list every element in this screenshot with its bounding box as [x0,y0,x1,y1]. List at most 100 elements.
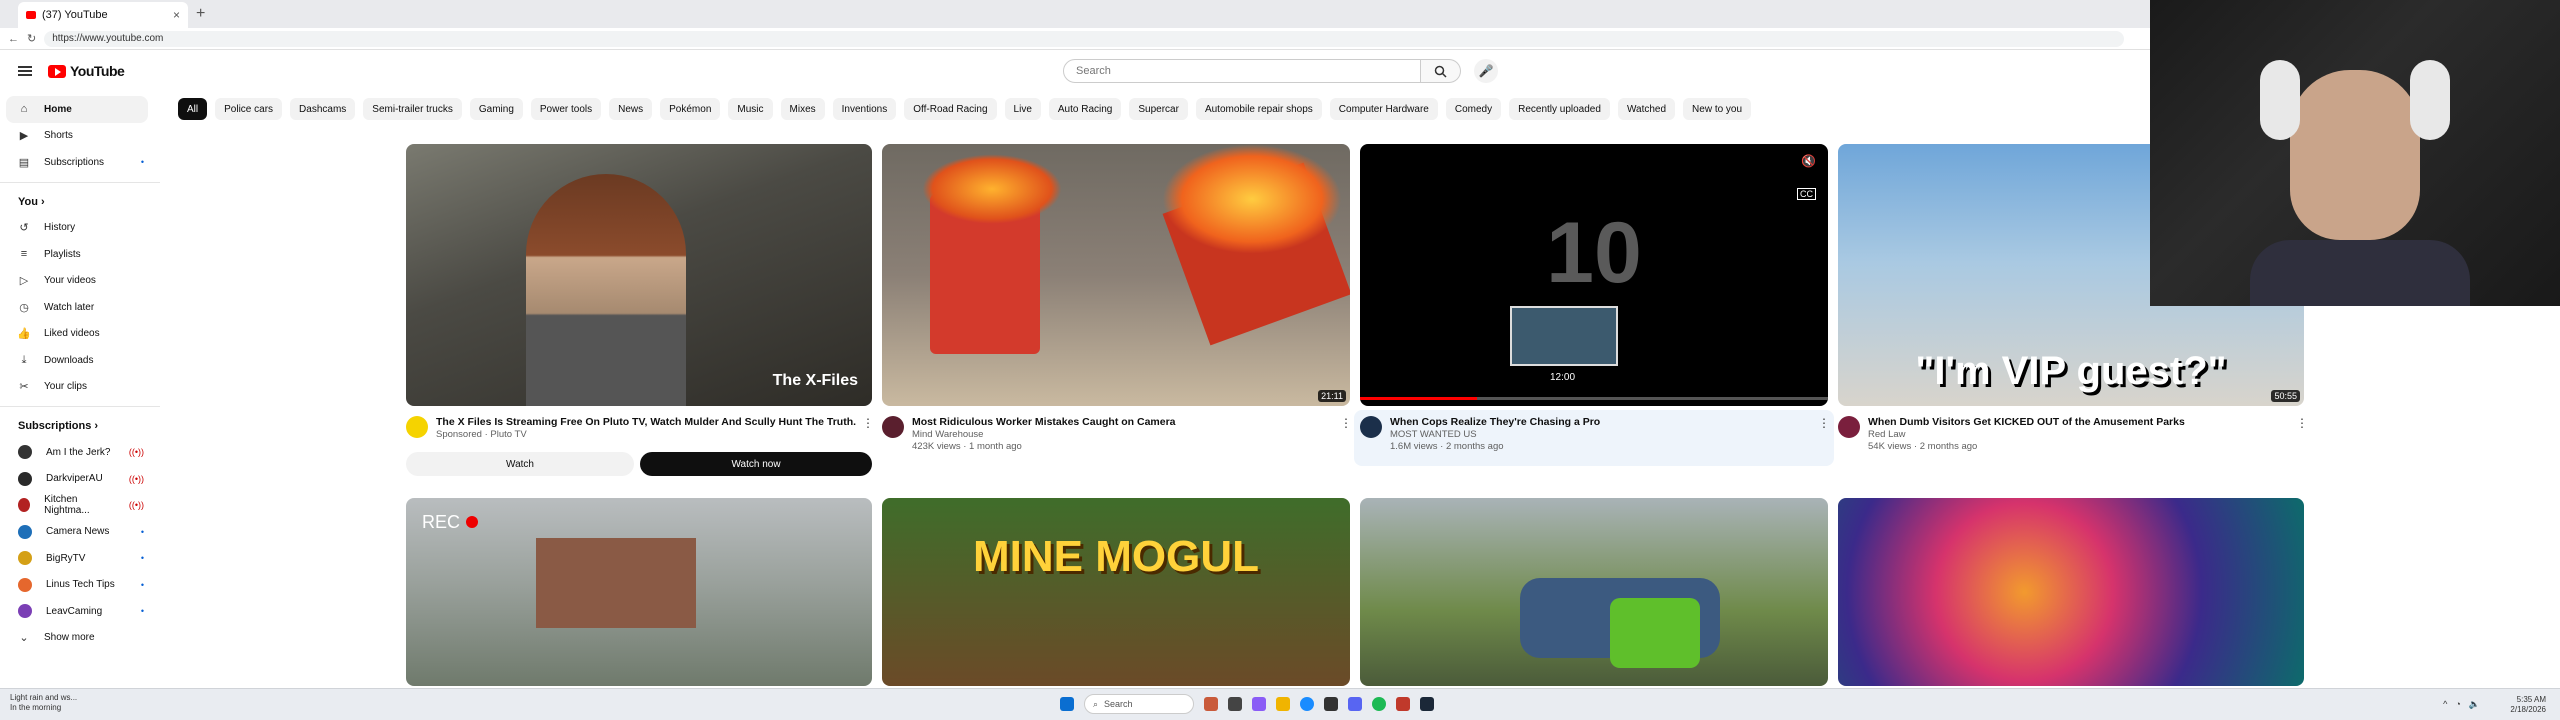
watch-later-icon: ◷ [19,301,29,314]
chip-inventions[interactable]: Inventions [832,98,897,120]
video-title[interactable]: When Dumb Visitors Get KICKED OUT of the… [1868,416,2185,429]
chip-automobile-repair-shops[interactable]: Automobile repair shops [1195,98,1322,120]
chip-gaming[interactable]: Gaming [469,98,523,120]
chip-auto-racing[interactable]: Auto Racing [1048,98,1122,120]
windows-start-icon[interactable] [1060,697,1074,711]
progress-track[interactable] [1360,397,1828,400]
sidebar-item-watch-later[interactable]: ◷ Watch later [0,294,160,321]
youtube-logo[interactable]: YouTube [48,63,125,79]
app-icon[interactable] [1396,697,1410,711]
show-more-button[interactable]: ⌄ Show more [0,625,160,652]
video-thumbnail-6[interactable]: MINE MOGUL [882,498,1350,686]
search-button[interactable] [1421,59,1461,83]
hamburger-menu-icon[interactable] [18,66,32,76]
sidebar-item-liked-videos[interactable]: 👍 Liked videos [0,321,160,348]
app-icon[interactable] [1204,697,1218,711]
app-icon[interactable] [1228,697,1242,711]
subscriptions-heading[interactable]: Subscriptions › [0,413,160,439]
mute-icon[interactable]: 🔇 [1801,154,1816,168]
channel-name[interactable]: Red Law [1868,429,2185,441]
chip-off-road-racing[interactable]: Off-Road Racing [904,98,997,120]
chip-power-tools[interactable]: Power tools [530,98,602,120]
chip-music[interactable]: Music [728,98,773,120]
chip-semi-trailer-trucks[interactable]: Semi-trailer trucks [363,98,462,120]
chip-watched[interactable]: Watched [1617,98,1676,120]
more-options-icon[interactable]: ⋮ [2296,416,2308,430]
subscription-item[interactable]: BigRyTV • [0,545,160,572]
subscription-item[interactable]: DarkviperAU ((•)) [0,466,160,493]
video-thumbnail-2[interactable]: 21:11 [882,144,1350,406]
back-icon[interactable]: ← [8,33,19,45]
subscription-item[interactable]: Kitchen Nightma... ((•)) [0,492,160,519]
taskbar-search[interactable]: ⌕ Search [1084,694,1194,714]
chip-computer-hardware[interactable]: Computer Hardware [1329,98,1438,120]
watch-button[interactable]: Watch [406,452,634,476]
watch-now-button[interactable]: Watch now [640,452,872,476]
app-icon[interactable] [1324,697,1338,711]
chip-live[interactable]: Live [1004,98,1041,120]
sidebar-item-downloads[interactable]: ⤓ Downloads [0,347,160,374]
weather-widget[interactable]: Light rain and ws... In the morning [10,693,77,713]
chip-news[interactable]: News [609,98,653,120]
video-thumbnail-8[interactable] [1838,498,2304,686]
chip-pok-mon[interactable]: Pokémon [660,98,721,120]
channel-name[interactable]: Mind Warehouse [912,429,1176,441]
file-explorer-icon[interactable] [1276,697,1290,711]
channel-avatar [18,524,32,539]
app-icon[interactable] [1252,697,1266,711]
sidebar-item-history[interactable]: ↺ History [0,215,160,242]
volume-icon[interactable]: 🔈 [2469,699,2480,710]
wifi-icon[interactable]: ◔ [2455,699,2460,710]
chevron-up-icon[interactable]: ^ [2443,699,2447,710]
chip-recently-uploaded[interactable]: Recently uploaded [1509,98,1610,120]
spotify-icon[interactable] [1372,697,1386,711]
new-content-dot: • [140,526,144,537]
more-options-icon[interactable]: ⋮ [1818,416,1830,430]
video-thumbnail-5[interactable]: REC [406,498,872,686]
close-tab-icon[interactable]: × [173,8,180,22]
subscription-item[interactable]: LeavCaming • [0,598,160,625]
sidebar-item-home[interactable]: ⌂ Home [6,96,148,123]
discord-icon[interactable] [1348,697,1362,711]
video-thumbnail-1[interactable]: The X-Files [406,144,872,406]
sidebar-item-shorts[interactable]: ▶ Shorts [0,123,160,150]
video-thumbnail-3[interactable]: 10 12:00 🔇 CC [1360,144,1828,406]
sidebar-item-your-clips[interactable]: ✂ Your clips [0,374,160,401]
clock[interactable]: 5:35 AM 2/18/2026 [2510,695,2546,715]
subscription-item[interactable]: Am I the Jerk? ((•)) [0,439,160,466]
video-title[interactable]: The X Files Is Streaming Free On Pluto T… [436,416,856,429]
channel-name[interactable]: Sponsored · Pluto TV [436,429,856,441]
browser-tab[interactable]: (37) YouTube × [18,2,188,28]
browser-icon[interactable] [1300,697,1314,711]
subscription-item[interactable]: Camera News • [0,519,160,546]
microphone-icon[interactable]: 🎤 [1474,59,1498,83]
channel-name[interactable]: MOST WANTED US [1390,429,1600,441]
you-heading[interactable]: You › [0,189,160,215]
sidebar-item-playlists[interactable]: ≡ Playlists [0,241,160,268]
more-options-icon[interactable]: ⋮ [1340,416,1352,430]
channel-avatar[interactable] [1360,416,1382,438]
video-title[interactable]: When Cops Realize They're Chasing a Pro [1390,416,1600,429]
chip-comedy[interactable]: Comedy [1445,98,1502,120]
reload-icon[interactable]: ↻ [27,32,36,45]
sidebar-item-your-videos[interactable]: ▷ Your videos [0,268,160,295]
subscription-item[interactable]: Linus Tech Tips • [0,572,160,599]
url-field[interactable]: https://www.youtube.com [44,30,2125,47]
video-title[interactable]: Most Ridiculous Worker Mistakes Caught o… [912,416,1176,429]
chip-mixes[interactable]: Mixes [780,98,825,120]
channel-avatar[interactable] [406,416,428,438]
chip-supercar[interactable]: Supercar [1129,98,1188,120]
search-input[interactable]: Search [1063,59,1421,83]
chip-all[interactable]: All [178,98,208,120]
video-thumbnail-7[interactable] [1360,498,1828,686]
chip-dashcams[interactable]: Dashcams [290,98,356,120]
new-tab-icon[interactable]: + [196,5,205,23]
more-options-icon[interactable]: ⋮ [862,416,874,430]
channel-avatar[interactable] [882,416,904,438]
steam-icon[interactable] [1420,697,1434,711]
channel-avatar[interactable] [1838,416,1860,438]
captions-icon[interactable]: CC [1797,188,1816,200]
chip-police-cars[interactable]: Police cars [215,98,283,120]
chip-new-to-you[interactable]: New to you [1683,98,1752,120]
sidebar-item-subscriptions[interactable]: ▤ Subscriptions • [0,149,160,176]
